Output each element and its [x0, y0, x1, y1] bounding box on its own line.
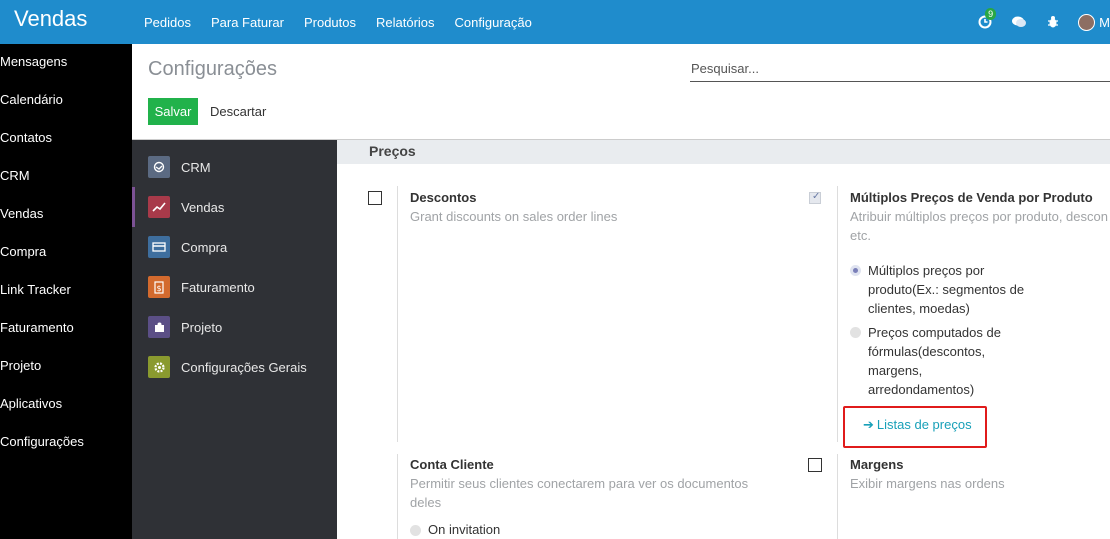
nav-contatos[interactable]: Contatos: [0, 120, 132, 158]
on-invitation-radio[interactable]: [410, 525, 421, 536]
descontos-checkbox[interactable]: [368, 191, 382, 205]
nav-calendario[interactable]: Calendário: [0, 82, 132, 120]
setting-divider: [397, 454, 398, 539]
chat-icon[interactable]: [1010, 13, 1028, 31]
sales-chart-icon: [148, 196, 170, 218]
multi-prices-option-formulas-radio[interactable]: [850, 327, 861, 338]
settings-app-label: Vendas: [181, 199, 225, 215]
nav-projeto[interactable]: Projeto: [0, 348, 132, 386]
settings-app-label: Projeto: [181, 319, 223, 335]
search-input[interactable]: [690, 58, 1110, 79]
descontos-desc: Grant discounts on sales order lines: [410, 209, 618, 224]
activity-clock-icon[interactable]: 9: [976, 8, 997, 31]
multi-prices-desc: Atribuir múltiplos preços por produto, d…: [850, 209, 1108, 224]
invoice-icon: $: [148, 276, 170, 298]
setting-divider: [837, 186, 838, 442]
top-menu: Pedidos Para Faturar Produtos Relatórios…: [144, 0, 552, 44]
nav-aplicativos[interactable]: Aplicativos: [0, 386, 132, 424]
multi-prices-option-2-line-2: fórmulas(descontos,: [868, 344, 986, 359]
nav-vendas[interactable]: Vendas: [0, 196, 132, 234]
nav-configuracoes[interactable]: Configurações: [0, 424, 132, 462]
crm-handshake-icon: [148, 156, 170, 178]
app-title[interactable]: Vendas: [14, 6, 87, 32]
multi-prices-option-1-line-2: produto(Ex.: segmentos de: [868, 282, 1025, 297]
settings-app-label: Faturamento: [181, 279, 255, 295]
settings-app-crm[interactable]: CRM: [132, 147, 337, 187]
margens-desc: Exibir margens nas ordens: [850, 476, 1005, 491]
menu-configuracao[interactable]: Configuração: [455, 15, 532, 30]
setting-divider: [397, 186, 398, 442]
multi-prices-option-2-line-1: Preços computados de: [868, 325, 1001, 340]
settings-app-list: CRM Vendas Compra $ Faturamento Projeto …: [132, 140, 337, 539]
settings-app-faturamento[interactable]: $ Faturamento: [132, 267, 337, 307]
nav-mensagens[interactable]: Mensagens: [0, 44, 132, 82]
setting-divider: [837, 454, 838, 539]
nav-compra[interactable]: Compra: [0, 234, 132, 272]
nav-faturamento[interactable]: Faturamento: [0, 310, 132, 348]
conta-cliente-title: Conta Cliente: [410, 457, 494, 472]
multi-prices-option-per-product-radio[interactable]: [850, 265, 861, 276]
settings-app-label: Compra: [181, 239, 228, 255]
nav-link-tracker[interactable]: Link Tracker: [0, 272, 132, 310]
control-panel: Configurações Salvar Descartar: [132, 44, 1110, 140]
settings-app-label: CRM: [181, 159, 211, 175]
settings-app-compra[interactable]: Compra: [132, 227, 337, 267]
menu-pedidos[interactable]: Pedidos: [144, 15, 191, 30]
multi-prices-option-2-line-3: margens,: [868, 363, 923, 378]
conta-cliente-desc-2: deles: [410, 495, 442, 510]
on-invitation-label: On invitation: [428, 522, 501, 537]
settings-app-vendas[interactable]: Vendas: [132, 187, 337, 227]
pricelists-link[interactable]: ➔ Listas de preços: [863, 417, 972, 433]
debug-bug-icon[interactable]: [1044, 13, 1062, 31]
pricelists-link-label: Listas de preços: [876, 417, 972, 432]
multi-prices-option-2-line-4: arredondamentos): [868, 382, 975, 397]
svg-text:$: $: [156, 284, 161, 293]
multi-prices-option-1-line-1: Múltiplos preços por: [868, 263, 985, 278]
multi-prices-option-1-line-3: clientes, moedas): [868, 301, 970, 316]
systray: 9 M: [976, 0, 1110, 44]
section-title: Preços: [369, 143, 416, 159]
settings-content: Preços Descontos Grant discounts on sale…: [337, 140, 1110, 539]
multi-prices-desc-2: etc.: [850, 228, 871, 243]
page-title: Configurações: [148, 58, 277, 80]
menu-para-faturar[interactable]: Para Faturar: [211, 15, 284, 30]
margens-title: Margens: [850, 457, 904, 472]
activity-badge: 9: [985, 8, 997, 20]
discard-button[interactable]: Descartar: [208, 98, 268, 125]
settings-app-label: Configurações Gerais: [181, 359, 307, 375]
menu-relatorios[interactable]: Relatórios: [376, 15, 435, 30]
save-button[interactable]: Salvar: [148, 98, 198, 125]
apps-sidebar: Mensagens Calendário Contatos CRM Vendas…: [0, 44, 132, 539]
conta-cliente-desc: Permitir seus clientes conectarem para v…: [410, 476, 749, 491]
section-header: Preços: [337, 140, 1110, 164]
user-avatar[interactable]: [1078, 13, 1096, 31]
search-bar: [690, 58, 1110, 82]
settings-app-configuracoes-gerais[interactable]: Configurações Gerais: [132, 347, 337, 387]
gear-icon: [148, 356, 170, 378]
nav-crm[interactable]: CRM: [0, 158, 132, 196]
menu-produtos[interactable]: Produtos: [304, 15, 356, 30]
top-navbar: Vendas Pedidos Para Faturar Produtos Rel…: [0, 0, 1110, 44]
descontos-title: Descontos: [410, 190, 477, 205]
multi-prices-title: Múltiplos Preços de Venda por Produto: [850, 190, 1093, 205]
margens-checkbox[interactable]: [808, 458, 822, 472]
multi-prices-checkbox[interactable]: [809, 191, 821, 204]
user-name[interactable]: M: [1099, 15, 1110, 30]
project-puzzle-icon: [148, 316, 170, 338]
settings-app-projeto[interactable]: Projeto: [132, 307, 337, 347]
purchase-card-icon: [148, 236, 170, 258]
arrow-right-icon: ➔: [863, 417, 874, 432]
